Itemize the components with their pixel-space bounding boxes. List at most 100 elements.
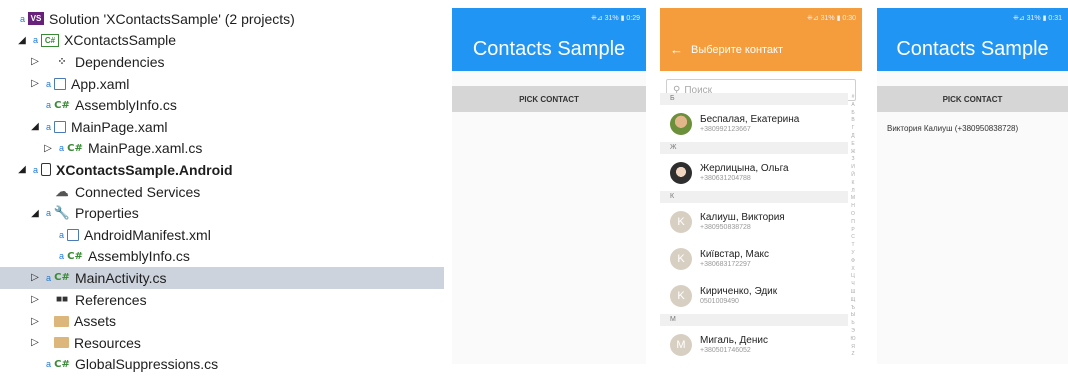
collapse-arrow-icon[interactable]: ▷ <box>30 56 40 67</box>
source-control-lock-icon: a <box>33 35 39 46</box>
expand-arrow-icon[interactable]: ◢ <box>17 164 27 175</box>
collapse-arrow-icon[interactable]: ▷ <box>30 294 40 305</box>
back-arrow-icon[interactable]: ← <box>670 42 683 57</box>
alphabet-index-letter[interactable]: Х <box>851 266 854 274</box>
tree-item-label: Resources <box>74 334 141 351</box>
alphabet-index-letter[interactable]: А <box>851 102 854 110</box>
collapse-arrow-icon[interactable]: ▷ <box>30 78 40 89</box>
alphabet-index-letter[interactable]: Н <box>851 203 855 211</box>
alphabet-index-letter[interactable]: К <box>852 180 855 188</box>
contact-avatar: K <box>670 284 692 307</box>
tree-item[interactable]: ▷ Assets <box>0 310 444 332</box>
pick-contact-button[interactable]: PICK CONTACT <box>452 86 646 112</box>
contact-list-item[interactable]: K Кириченко, Эдик 0501009490 <box>660 277 848 314</box>
alphabet-index-letter[interactable]: Ш <box>851 289 856 297</box>
contact-phone: 0501009490 <box>700 298 739 305</box>
tree-item[interactable]: ▷ Resources <box>0 332 444 354</box>
alphabet-index-letter[interactable]: Щ <box>851 297 856 305</box>
tree-item[interactable]: ▷aC#AssemblyInfo.cs <box>0 94 444 116</box>
alphabet-index-letter[interactable]: # <box>852 94 855 102</box>
manifest-file-icon <box>67 228 79 241</box>
alphabet-index-letter[interactable]: Д <box>851 133 854 141</box>
alphabet-index-letter[interactable]: М <box>851 195 855 203</box>
contact-list-item[interactable]: Беспалая, Екатерина +380992123667 <box>660 105 848 142</box>
source-control-lock-icon: a <box>46 78 52 89</box>
contact-list-item[interactable]: K Київстар, Макс +380683172297 <box>660 240 848 277</box>
tree-item[interactable]: ▷ a App.xaml <box>0 73 444 95</box>
tree-item[interactable]: ▷aC#AssemblyInfo.cs <box>0 246 444 268</box>
expand-arrow-icon[interactable]: ◢ <box>30 121 40 132</box>
csharp-file-icon: C# <box>67 142 83 154</box>
tree-item-label: Assets <box>74 313 117 330</box>
tree-item-label: AssemblyInfo.cs <box>75 97 177 114</box>
collapse-arrow-icon[interactable]: ▷ <box>30 272 40 283</box>
alphabet-index-letter[interactable]: В <box>851 117 854 125</box>
wrench-icon: 🔧 <box>53 205 71 221</box>
tree-item[interactable]: ▷☁Connected Services <box>0 181 444 203</box>
tree-item-label: MainActivity.cs <box>75 269 167 286</box>
contact-info: Жерлицына, Ольга +380631204788 <box>700 163 789 182</box>
tree-item[interactable]: ▷ a C# MainPage.xaml.cs <box>0 138 444 160</box>
contact-phone: +380631204788 <box>700 175 751 182</box>
tree-item[interactable]: ▷aVSSolution 'XContactsSample' (2 projec… <box>0 8 444 30</box>
tree-item[interactable]: ▷aC#GlobalSuppressions.cs <box>0 354 444 376</box>
alphabet-index-letter[interactable]: Я <box>851 344 855 352</box>
alphabet-index-letter[interactable]: Л <box>851 188 854 196</box>
tree-item-label: Properties <box>75 205 139 222</box>
xaml-file-icon <box>54 77 66 90</box>
alphabet-index-letter[interactable]: Й <box>851 172 855 180</box>
csharp-file-icon: C# <box>67 250 83 262</box>
tree-item[interactable]: ◢ a MainPage.xaml <box>0 116 444 138</box>
section-header: Б <box>660 93 848 105</box>
alphabet-index-letter[interactable]: Е <box>851 141 854 149</box>
tree-item[interactable]: ▷aAndroidManifest.xml <box>0 224 444 246</box>
source-control-lock-icon: a <box>59 229 65 240</box>
alphabet-index-letter[interactable]: Т <box>851 242 854 250</box>
tree-item[interactable]: ▷ ■■ References <box>0 289 444 311</box>
collapse-arrow-icon[interactable]: ▷ <box>30 337 40 348</box>
tree-item[interactable]: ◢ a XContactsSample.Android <box>0 159 444 181</box>
csharp-project-icon: C# <box>41 33 59 47</box>
alphabet-index-letter[interactable]: П <box>851 219 855 227</box>
alphabet-index-letter[interactable]: И <box>851 164 855 172</box>
dependencies-icon: ⁘ <box>57 56 67 69</box>
alphabet-index-letter[interactable]: З <box>851 156 854 164</box>
alphabet-index-letter[interactable]: Ь <box>851 320 854 328</box>
alphabet-index-letter[interactable]: Ю <box>850 336 855 344</box>
alphabet-index-letter[interactable]: Ъ <box>851 305 855 313</box>
collapse-arrow-icon[interactable]: ▷ <box>43 143 53 154</box>
contact-phone: +380501746052 <box>700 347 751 354</box>
alphabet-index-letter[interactable]: Г <box>852 125 855 133</box>
alphabet-index-letter[interactable]: Ч <box>851 281 854 289</box>
tree-item[interactable]: ◢ a C# XContactsSample <box>0 30 444 52</box>
folder-icon <box>54 337 69 349</box>
alphabet-index-letter[interactable]: Ы <box>851 312 855 320</box>
contact-list-item[interactable]: Жерлицына, Ольга +380631204788 <box>660 154 848 191</box>
phone-screen-initial: ⁜⊿ 31% ▮ 0:29 Contacts Sample PICK CONTA… <box>452 8 646 364</box>
expand-arrow-icon[interactable]: ◢ <box>17 35 27 46</box>
alphabet-index-letter[interactable]: Б <box>851 110 854 118</box>
alphabet-index-letter[interactable]: С <box>851 234 855 242</box>
alphabet-index-letter[interactable]: О <box>851 211 855 219</box>
collapse-arrow-icon[interactable]: ▷ <box>30 316 40 327</box>
alphabet-index-letter[interactable]: Р <box>851 227 854 235</box>
section-header: Ж <box>660 142 848 154</box>
contact-list-item[interactable]: K Калиуш, Виктория +380950838728 <box>660 203 848 240</box>
tree-item[interactable]: ▷ ⁘ Dependencies <box>0 51 444 73</box>
alphabet-index-letter[interactable]: Ф <box>851 258 855 266</box>
status-bar: ⁜⊿ 31% ▮ 0:30 <box>660 8 862 28</box>
selected-contact-text: Виктория Калиуш (+380950838728) <box>887 124 1019 133</box>
alphabet-index-letter[interactable]: Ж <box>851 149 856 157</box>
contact-list-item[interactable]: M Мигаль, Денис +380501746052 <box>660 326 848 363</box>
expand-arrow-icon[interactable]: ◢ <box>30 208 40 219</box>
pick-contact-button[interactable]: PICK CONTACT <box>877 86 1068 112</box>
app-title-bar: Contacts Sample <box>452 28 646 71</box>
alphabet-index-letter[interactable]: Э <box>851 328 855 336</box>
solution-explorer-panel: ▷aVSSolution 'XContactsSample' (2 projec… <box>0 0 444 387</box>
alphabet-index-letter[interactable]: Ц <box>851 273 855 281</box>
alphabet-index-letter[interactable]: У <box>851 250 854 258</box>
tree-item[interactable]: ◢ a 🔧 Properties <box>0 202 444 224</box>
alphabet-index-letter[interactable]: Z <box>851 351 854 359</box>
tree-item[interactable]: ▷ a C# MainActivity.cs <box>0 267 444 289</box>
alphabet-index-scrollbar[interactable]: # А Б В Г Д Е Ж З И Й К Л М Н О П Р С Т У Ф Х Ц Ч Ш Щ Ъ Ы Ь Э Ю Я Z <box>848 94 858 359</box>
